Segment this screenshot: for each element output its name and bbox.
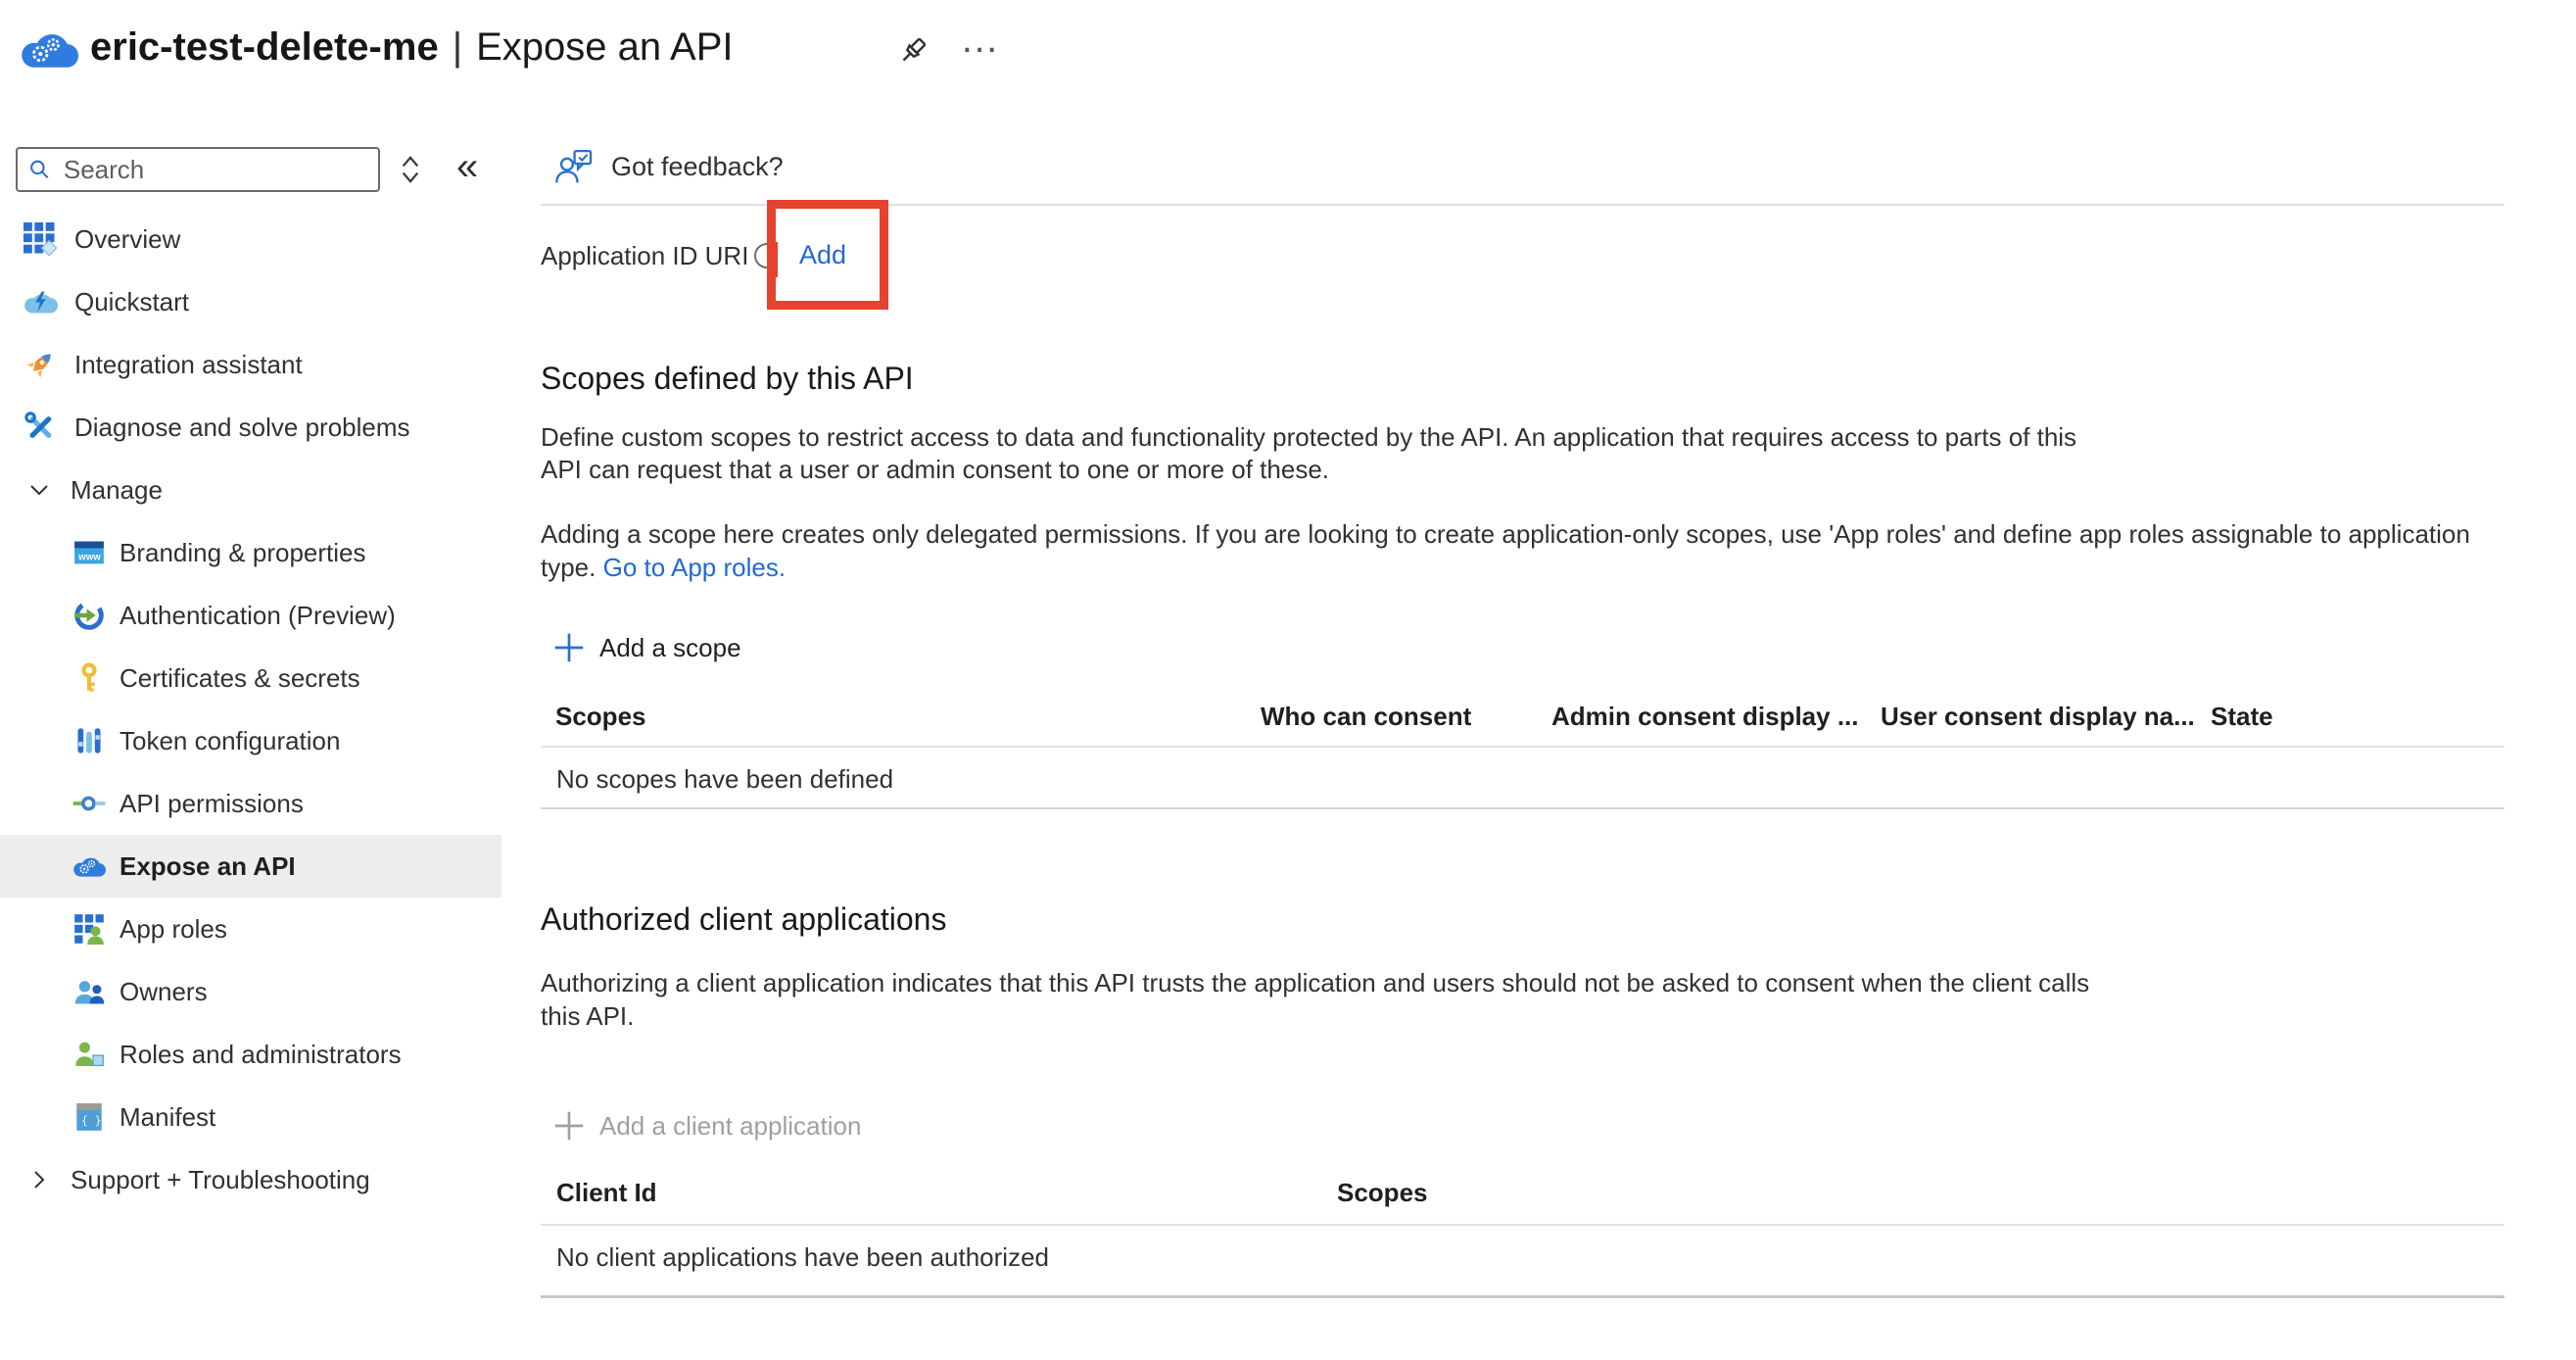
roles-admins-icon: [72, 1040, 106, 1069]
tools-icon: [22, 411, 59, 444]
sidebar-section-support[interactable]: Support + Troubleshooting: [0, 1148, 541, 1211]
got-feedback-label: Got feedback?: [611, 152, 784, 182]
authorized-section-title: Authorized client applications: [541, 901, 946, 938]
who-can-consent-col-header: Who can consent: [1261, 702, 1471, 732]
scopes-section-description: Define custom scopes to restrict access …: [541, 421, 2076, 486]
key-icon: [72, 662, 106, 694]
quickstart-icon: [22, 288, 59, 316]
client-scopes-col-header: Scopes: [1337, 1178, 1428, 1208]
sidebar-item-label: Diagnose and solve problems: [74, 413, 410, 443]
plus-icon: [554, 633, 584, 662]
sidebar-item-owners[interactable]: Owners: [0, 960, 541, 1023]
sidebar-section-label: Support + Troubleshooting: [71, 1165, 370, 1195]
sidebar-item-label: Authentication (Preview): [119, 601, 396, 631]
sidebar-item-integration-assistant[interactable]: Integration assistant: [0, 333, 541, 396]
plus-icon: [554, 1111, 584, 1141]
sidebar-item-label: Roles and administrators: [119, 1040, 402, 1070]
manifest-icon: { }: [72, 1102, 106, 1132]
search-input[interactable]: [62, 154, 368, 186]
client-id-col-header: Client Id: [556, 1178, 657, 1208]
sidebar-item-expose-an-api[interactable]: Expose an API: [0, 835, 501, 898]
feedback-icon: [554, 149, 594, 184]
add-client-application-label: Add a client application: [599, 1111, 861, 1141]
table-bottom-divider: [541, 1295, 2504, 1298]
scopes-empty-message: No scopes have been defined: [556, 764, 893, 795]
annotation-red-tick: [773, 242, 778, 277]
sidebar-item-label: Overview: [74, 224, 180, 255]
scopes-col-header: Scopes: [555, 702, 646, 732]
sidebar-item-app-roles[interactable]: App roles: [0, 898, 541, 960]
sliders-icon: [72, 726, 106, 755]
sidebar-item-label: Certificates & secrets: [119, 663, 360, 694]
chevron-down-icon: [27, 478, 51, 502]
state-col-header: State: [2211, 702, 2273, 732]
resize-handle-icon[interactable]: [396, 153, 425, 186]
sidebar-item-quickstart[interactable]: Quickstart: [0, 270, 541, 333]
sidebar: « Overview Qu: [0, 0, 541, 1360]
sidebar-item-manifest[interactable]: { } Manifest: [0, 1086, 541, 1148]
sidebar-item-overview[interactable]: Overview: [0, 208, 541, 270]
sidebar-item-authentication[interactable]: Authentication (Preview): [0, 584, 541, 647]
api-permissions-icon: [72, 794, 106, 813]
sidebar-item-label: Token configuration: [119, 726, 340, 756]
owners-people-icon: [72, 978, 106, 1005]
sidebar-section-manage[interactable]: Manage: [0, 459, 541, 521]
search-icon: [27, 156, 52, 183]
chevron-right-icon: [27, 1168, 51, 1191]
table-header-divider: [541, 746, 2504, 748]
browser-www-icon: www: [72, 539, 106, 566]
rocket-icon: [22, 348, 59, 381]
expose-an-api-page: eric-test-delete-me | Expose an API … «: [0, 0, 2576, 1360]
app-roles-icon: [72, 913, 106, 945]
sidebar-item-label: Owners: [119, 977, 208, 1007]
table-bottom-divider: [541, 807, 2504, 809]
sidebar-item-label: Expose an API: [119, 851, 296, 882]
sidebar-item-label: Quickstart: [74, 287, 189, 317]
sidebar-section-label: Manage: [71, 475, 163, 506]
add-a-scope-label: Add a scope: [599, 633, 741, 663]
clients-empty-message: No client applications have been authori…: [556, 1242, 1049, 1273]
svg-text:{ }: { }: [81, 1114, 102, 1128]
scopes-section-title: Scopes defined by this API: [541, 361, 914, 397]
annotation-red-box: Add: [767, 200, 888, 310]
main-content: Got feedback? Application ID URI Add Sco…: [541, 0, 2504, 1360]
collapse-sidebar-icon[interactable]: «: [456, 145, 478, 189]
sidebar-item-roles-administrators[interactable]: Roles and administrators: [0, 1023, 541, 1086]
add-app-id-uri-link[interactable]: Add: [799, 240, 846, 270]
svg-text:www: www: [77, 552, 101, 562]
sidebar-item-label: Manifest: [119, 1102, 215, 1133]
application-id-uri-label: Application ID URI: [541, 241, 748, 271]
go-to-app-roles-link[interactable]: Go to App roles.: [603, 553, 786, 582]
auth-arrow-icon: [72, 600, 106, 631]
sidebar-item-token-configuration[interactable]: Token configuration: [0, 709, 541, 772]
authorized-section-description: Authorizing a client application indicat…: [541, 966, 2089, 1033]
sidebar-item-label: App roles: [119, 914, 227, 945]
sidebar-item-label: Branding & properties: [119, 538, 365, 568]
sidebar-item-certificates[interactable]: Certificates & secrets: [0, 647, 541, 709]
expose-api-cloud-icon: [72, 853, 106, 879]
got-feedback-button[interactable]: Got feedback?: [554, 139, 784, 194]
sidebar-search: [16, 147, 380, 192]
sidebar-item-label: Integration assistant: [74, 350, 303, 380]
sidebar-item-branding[interactable]: www Branding & properties: [0, 521, 541, 584]
table-header-divider: [541, 1224, 2504, 1226]
overview-icon: [22, 222, 59, 256]
sidebar-item-api-permissions[interactable]: API permissions: [0, 772, 541, 835]
user-consent-col-header: User consent display na...: [1881, 702, 2195, 732]
add-client-application-button[interactable]: Add a client application: [554, 1103, 861, 1148]
sidebar-item-label: API permissions: [119, 789, 304, 819]
admin-consent-col-header: Admin consent display ...: [1551, 702, 1859, 732]
add-a-scope-button[interactable]: Add a scope: [554, 625, 741, 670]
sidebar-item-diagnose[interactable]: Diagnose and solve problems: [0, 396, 541, 459]
scopes-section-note: Adding a scope here creates only delegat…: [541, 517, 2470, 584]
